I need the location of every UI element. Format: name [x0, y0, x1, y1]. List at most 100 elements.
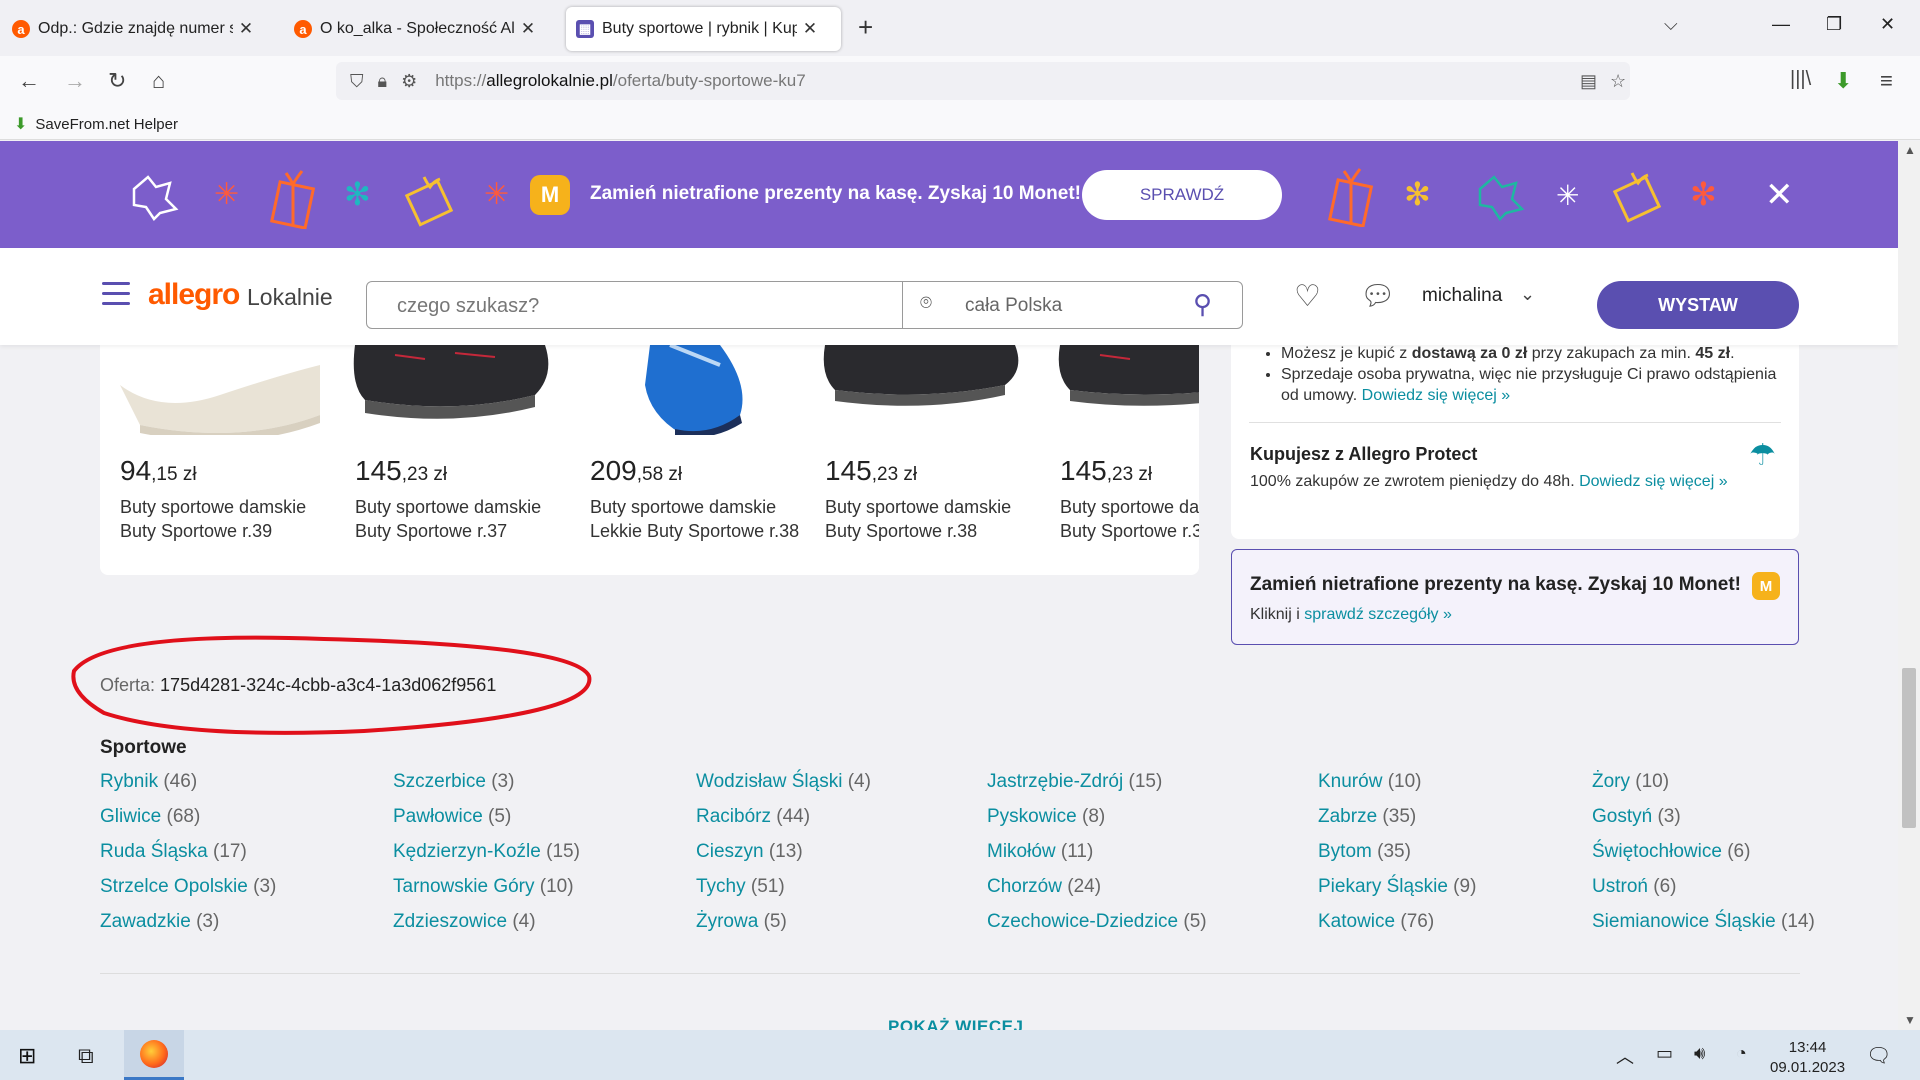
lock-icon[interactable]: 🔒︎	[378, 71, 388, 92]
city-link[interactable]: Siemianowice Śląskie (14)	[1592, 911, 1815, 946]
city-link[interactable]: Kędzierzyn-Koźle (15)	[393, 841, 580, 876]
tab-1[interactable]: a Odp.: Gdzie znajdę numer swoje ✕	[2, 7, 270, 51]
system-clock[interactable]: 13:44 09.01.2023	[1770, 1038, 1845, 1078]
scrollbar-thumb[interactable]	[1902, 668, 1916, 828]
protect-learn-more-link[interactable]: Dowiedz się więcej »	[1579, 473, 1728, 490]
city-link[interactable]: Chorzów (24)	[987, 876, 1207, 911]
city-link[interactable]: Katowice (76)	[1318, 911, 1476, 946]
minimize-icon[interactable]: —	[1772, 14, 1790, 35]
city-link[interactable]: Szczerbice (3)	[393, 771, 580, 806]
tab-2[interactable]: a O ko_alka - Społeczność Allegro ✕	[284, 7, 552, 51]
search-icon[interactable]: ⚲	[1193, 289, 1212, 320]
volume-icon[interactable]: 🔊︎	[1694, 1043, 1705, 1064]
list-tabs-chevron-icon[interactable]: ⌵	[1664, 14, 1678, 35]
product-card[interactable]: 145,23 zł Buty sportowe damskie Buty Spor…	[335, 345, 565, 575]
product-card[interactable]: 145,23 zł Buty sportowe damskie Buty Spor…	[805, 345, 1035, 575]
scroll-down-icon[interactable]: ▼	[1904, 1013, 1916, 1027]
windows-start-icon[interactable]: ⊞	[18, 1043, 36, 1069]
city-link[interactable]: Świętochłowice (6)	[1592, 841, 1815, 876]
product-card[interactable]: 145,23 zł Buty sportowe da Buty Sportowe …	[1040, 345, 1199, 575]
library-icon[interactable]: |||\	[1790, 68, 1811, 91]
city-link[interactable]: Strzelce Opolskie (3)	[100, 876, 276, 911]
monety-coin-icon: M	[1752, 572, 1780, 600]
city-link[interactable]: Bytom (35)	[1318, 841, 1476, 876]
city-link[interactable]: Żyrowa (5)	[696, 911, 871, 946]
messages-chat-icon[interactable]: 💬︎	[1360, 279, 1396, 312]
navigation-bar: ← → ↻ ⌂ ⛉ 🔒︎ ⚙ https://allegrolokalnie.p…	[0, 56, 1920, 106]
wystaw-button[interactable]: WYSTAW	[1597, 281, 1799, 329]
notifications-icon[interactable]: 🗨︎	[1866, 1043, 1891, 1068]
url-text[interactable]: https://allegrolokalnie.pl/oferta/buty-s…	[435, 71, 805, 91]
show-hidden-icons-chevron-icon[interactable]: ︿	[1616, 1043, 1634, 1069]
city-link[interactable]: Gliwice (68)	[100, 806, 276, 841]
city-link[interactable]: Pyskowice (8)	[987, 806, 1207, 841]
monety-promo-box[interactable]: Zamień nietrafione prezenty na kasę. Zys…	[1231, 549, 1799, 645]
favorites-heart-icon[interactable]: ♡	[1294, 279, 1321, 314]
city-link[interactable]: Ustroń (6)	[1592, 876, 1815, 911]
allegro-logo[interactable]: allegro	[148, 278, 240, 312]
city-link[interactable]: Piekary Śląskie (9)	[1318, 876, 1476, 911]
network-icon[interactable]: ◔	[1736, 1043, 1747, 1064]
city-link[interactable]: Jastrzębie-Zdrój (15)	[987, 771, 1207, 806]
firefox-taskbar-button[interactable]	[124, 1030, 184, 1080]
city-link[interactable]: Racibórz (44)	[696, 806, 871, 841]
city-link[interactable]: Rybnik (46)	[100, 771, 276, 806]
city-link[interactable]: Żory (10)	[1592, 771, 1815, 806]
promo-check-button[interactable]: SPRAWDŹ	[1082, 170, 1282, 220]
promo-banner: ✳ ✻ ✳ M Zamień nietrafione prezenty na k…	[0, 141, 1898, 248]
allegro-protect-text: 100% zakupów ze zwrotem pieniędzy do 48h…	[1250, 473, 1728, 490]
menu-hamburger-icon[interactable]: ≡	[1880, 68, 1893, 94]
shield-icon[interactable]: ⛉	[350, 71, 364, 92]
product-card[interactable]: 94,15 zł Buty sportowe damskie Buty Sport…	[100, 345, 330, 575]
home-icon[interactable]: ⌂	[152, 68, 165, 94]
city-link[interactable]: Czechowice-Dziedzice (5)	[987, 911, 1207, 946]
restore-icon[interactable]: ❐	[1826, 14, 1842, 35]
city-link[interactable]: Wodzisław Śląski (4)	[696, 771, 871, 806]
menu-hamburger-icon[interactable]	[102, 282, 130, 312]
location-input[interactable]: cała Polska	[965, 295, 1062, 317]
details-link[interactable]: sprawdź szczegóły »	[1304, 606, 1452, 623]
gift-icon	[270, 170, 316, 229]
tab-3-active[interactable]: ▦ Buty sportowe | rybnik | Kup ten ✕	[566, 7, 841, 51]
city-link[interactable]: Gostyń (3)	[1592, 806, 1815, 841]
close-tab-icon[interactable]: ✕	[519, 19, 537, 39]
chevron-down-icon[interactable]: ⌄	[1520, 284, 1535, 305]
snowflake-icon: ✻	[1690, 176, 1717, 212]
permissions-icon[interactable]: ⚙	[401, 71, 417, 92]
city-link[interactable]: Tarnowskie Góry (10)	[393, 876, 580, 911]
city-link[interactable]: Zdzieszowice (4)	[393, 911, 580, 946]
close-tab-icon[interactable]: ✕	[237, 19, 255, 39]
city-link[interactable]: Mikołów (11)	[987, 841, 1207, 876]
bookmark-star-icon[interactable]: ☆	[1610, 71, 1626, 92]
battery-icon[interactable]: ▭	[1656, 1043, 1673, 1064]
offer-id-value: 175d4281-324c-4cbb-a3c4-1a3d062f9561	[160, 675, 497, 695]
scroll-up-icon[interactable]: ▲	[1904, 143, 1916, 157]
city-link[interactable]: Zawadzkie (3)	[100, 911, 276, 946]
close-window-icon[interactable]: ✕	[1880, 14, 1895, 35]
search-input[interactable]: czego szukasz?	[397, 295, 539, 318]
city-link[interactable]: Cieszyn (13)	[696, 841, 871, 876]
product-name: Buty sportowe damskie Lekkie Buty Sportow…	[590, 497, 800, 541]
bookmark-savefrom[interactable]: ⬇ SaveFrom.net Helper	[14, 114, 178, 134]
forward-icon[interactable]: →	[64, 68, 86, 94]
reload-icon[interactable]: ↻	[108, 68, 126, 94]
city-link[interactable]: Tychy (51)	[696, 876, 871, 911]
new-tab-icon[interactable]: +	[858, 12, 873, 43]
city-link[interactable]: Zabrze (35)	[1318, 806, 1476, 841]
username[interactable]: michalina	[1422, 285, 1502, 307]
show-more-button[interactable]: POKAŻ WIĘCEJ	[888, 1017, 1023, 1030]
city-link[interactable]: Ruda Śląska (17)	[100, 841, 276, 876]
savefrom-download-icon[interactable]: ⬇	[1834, 68, 1852, 94]
close-promo-icon[interactable]: ✕	[1765, 175, 1794, 215]
url-bar[interactable]: ⛉ 🔒︎ ⚙ https://allegrolokalnie.pl/oferta…	[336, 62, 1630, 100]
learn-more-link[interactable]: Dowiedz się więcej »	[1362, 387, 1511, 404]
lokalnie-logo-text[interactable]: Lokalnie	[247, 284, 333, 311]
page-scrollbar[interactable]: ▲ ▼	[1898, 141, 1920, 1030]
task-view-icon[interactable]: ⧉	[78, 1043, 94, 1069]
product-card[interactable]: 209,58 zł Buty sportowe damskie Lekkie Bu…	[570, 345, 800, 575]
close-tab-icon[interactable]: ✕	[801, 19, 819, 39]
reader-view-icon[interactable]: ▤	[1580, 71, 1597, 92]
city-link[interactable]: Knurów (10)	[1318, 771, 1476, 806]
city-link[interactable]: Pawłowice (5)	[393, 806, 580, 841]
back-icon[interactable]: ←	[18, 68, 40, 94]
